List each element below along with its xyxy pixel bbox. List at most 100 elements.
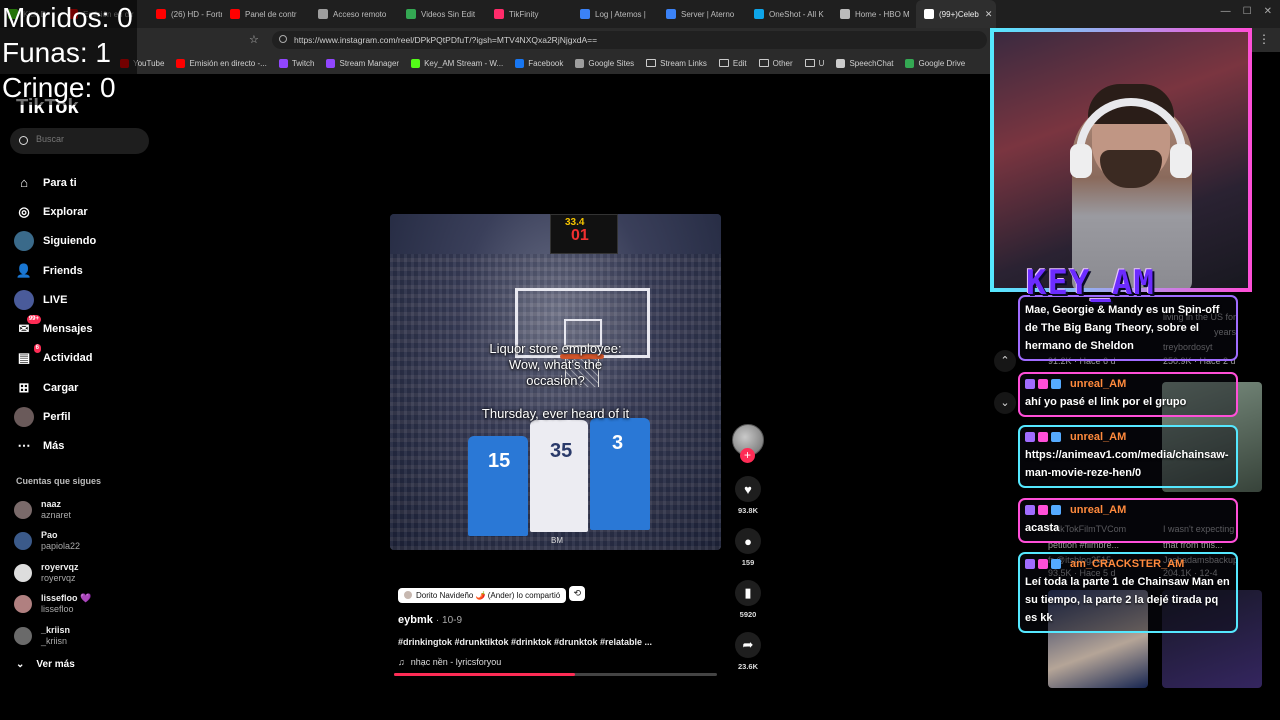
bookmark-folder[interactable]: U	[804, 59, 824, 68]
nav-item-explorar[interactable]: ◎ Explorar	[14, 197, 154, 226]
browser-tab[interactable]: (99+)Celeb ✕	[916, 0, 996, 28]
bookmark-item[interactable]: Google Sites	[575, 58, 634, 68]
browser-tab[interactable]: (26) HD - Fortn	[148, 0, 222, 28]
minimize-icon[interactable]: —	[1221, 6, 1231, 17]
nav-item-m-s[interactable]: ⋯ Más	[14, 432, 154, 461]
bookmark-label: Stream Links	[660, 58, 707, 68]
activity-icon: ▤ 6	[17, 344, 41, 366]
site-info-icon[interactable]	[279, 35, 287, 43]
followed-account[interactable]: naaz aznaret	[14, 494, 91, 526]
bookmark-item[interactable]: SpeechChat	[836, 58, 893, 68]
folder-icon	[718, 59, 729, 67]
tab-favicon-icon	[156, 9, 166, 19]
cringe-counter: Cringe: 0	[2, 72, 116, 103]
chevron-down-icon: ⌄	[16, 659, 25, 670]
close-tab-icon[interactable]: ✕	[985, 9, 993, 20]
close-window-icon[interactable]: ✕	[1264, 6, 1272, 17]
nav-item-live[interactable]: LIVE	[14, 285, 154, 314]
chat-text: acasta	[1025, 522, 1060, 534]
bookmark-folder[interactable]: Stream Links	[646, 59, 707, 68]
account-username: _kriisn	[41, 624, 71, 635]
followed-account[interactable]: _kriisn _kriisn	[14, 620, 91, 652]
chat-badge-icon	[1038, 379, 1048, 389]
nav-item-cargar[interactable]: ⊞ Cargar	[14, 373, 154, 402]
account-handle: lisseflоо	[41, 604, 74, 615]
like-button[interactable]: ♥ 93.8K	[730, 476, 766, 515]
browser-tab[interactable]: Home - HBO M	[832, 0, 916, 28]
comment-button[interactable]: ● 159	[730, 528, 766, 567]
tab-favicon-icon	[924, 9, 934, 19]
bookmark-favicon-icon	[411, 58, 421, 68]
bookmark-item[interactable]: Twitch	[278, 58, 314, 68]
window-controls: — ☐ ✕	[1221, 6, 1272, 17]
music-link[interactable]: ♫ nhạc nền - lyricsforyou	[398, 657, 718, 667]
tab-favicon-icon	[840, 9, 850, 19]
search-box[interactable]	[10, 128, 149, 154]
bookmark-item[interactable]: Google Drive	[905, 58, 965, 68]
bookmark-label: Stream Manager	[339, 58, 400, 68]
bookmark-label: Emisión en directo -...	[189, 58, 267, 68]
save-button[interactable]: ▮ 5920	[730, 580, 766, 619]
browser-tab[interactable]: Server | Aterno	[658, 0, 746, 28]
scroll-down-button[interactable]: ⌄	[994, 392, 1016, 414]
url-field[interactable]: https://www.instagram.com/reel/DPkPQtPDf…	[272, 31, 987, 49]
nav-item-friends[interactable]: 👤 Friends	[14, 256, 154, 285]
tab-favicon-icon	[230, 9, 240, 19]
video-player[interactable]: 33.4 01 15 35 3 Liquor store employee: W…	[390, 214, 721, 550]
search-input[interactable]	[36, 134, 141, 144]
browser-tab[interactable]: TikFinity	[486, 0, 572, 28]
repost-chip[interactable]: Dorito Navideño 🌶️ (Ander) lo compartió	[398, 587, 567, 603]
browser-tab[interactable]: Panel de contr	[222, 0, 310, 28]
nav-item-siguiendo[interactable]: Siguiendo	[14, 227, 154, 256]
account-handle: royervqz	[41, 572, 76, 583]
nav-label: Para ti	[43, 176, 77, 189]
browser-tab[interactable]: OneShot - All K	[746, 0, 832, 28]
chat-message: unreal_AMacasta	[1018, 498, 1238, 543]
bookmark-favicon-icon	[836, 58, 846, 68]
bookmark-item[interactable]: Emisión en directo -...	[176, 58, 267, 68]
shot-clock: 33.4 01	[550, 214, 618, 254]
search-icon	[19, 136, 28, 145]
ver-mas-button[interactable]: ⌄ Ver más	[16, 659, 75, 670]
follow-plus-icon[interactable]: +	[740, 448, 755, 463]
avatar	[14, 500, 32, 519]
maximize-icon[interactable]: ☐	[1243, 6, 1252, 17]
bookmark-label: Key_AM Stream - W...	[424, 58, 504, 68]
followed-account[interactable]: lisseflоо 💜 lisseflоо	[14, 589, 91, 621]
bookmark-item[interactable]: Facebook	[515, 58, 563, 68]
nav-item-mensajes[interactable]: ✉ 99+ Mensajes	[14, 314, 154, 343]
nav-item-actividad[interactable]: ▤ 6 Actividad	[14, 344, 154, 373]
chat-badge-icon	[1051, 432, 1061, 442]
followed-account[interactable]: royervqz royervqz	[14, 557, 91, 589]
bookmark-label: Edit	[732, 58, 747, 68]
share-button[interactable]: ➦ 23.6K	[730, 632, 766, 671]
avatar	[14, 563, 32, 582]
browser-tab[interactable]: Log | Atemos |	[572, 0, 658, 28]
repost-text: Dorito Navideño 🌶️ (Ander) lo compartió	[416, 590, 561, 600]
browser-menu-icon[interactable]: ⋮	[1258, 32, 1270, 46]
avatar	[14, 595, 32, 614]
author-name[interactable]: eybmk	[398, 614, 433, 626]
folder-icon	[804, 59, 815, 67]
nav-label: Actividad	[43, 352, 93, 365]
followed-account[interactable]: Pao papiola22	[14, 526, 91, 558]
nav-label: Mensajes	[43, 323, 93, 336]
nav-item-para-ti[interactable]: ⌂ Para ti	[14, 168, 154, 197]
bookmark-folder[interactable]: Edit	[718, 58, 747, 68]
nav-item-perfil[interactable]: Perfil	[14, 402, 154, 431]
tab-favicon-icon	[580, 9, 590, 19]
bookmark-item[interactable]: Stream Manager	[326, 58, 400, 68]
browser-tab[interactable]: Acceso remoto	[310, 0, 398, 28]
browser-tab[interactable]: Videos Sin Edit	[398, 0, 486, 28]
bookmark-folder[interactable]: Other	[758, 59, 793, 68]
chat-username: unreal_AM	[1070, 504, 1127, 516]
post-hashtags[interactable]: #drinkingtok #drunktiktok #drinktok #dru…	[398, 637, 718, 647]
heart-icon: ♥	[735, 476, 761, 502]
bookmark-item[interactable]: Key_AM Stream - W...	[411, 58, 504, 68]
repost-icon[interactable]: ⟲	[569, 586, 586, 601]
video-progress-bar[interactable]	[394, 673, 717, 676]
scroll-up-button[interactable]: ⌃	[994, 350, 1016, 372]
tab-label: (26) HD - Fortn	[171, 9, 222, 19]
music-title: nhạc nền - lyricsforyou	[410, 657, 502, 667]
bookmark-star-icon[interactable]: ☆	[249, 33, 259, 46]
